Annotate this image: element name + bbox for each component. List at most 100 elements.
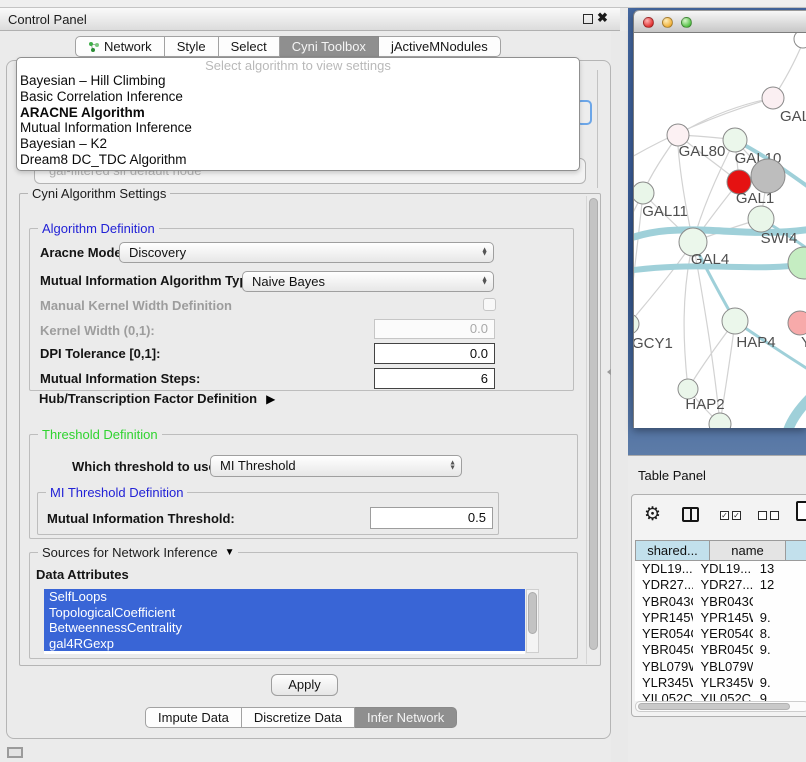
table-hscrollbar-thumb[interactable] [638, 703, 790, 710]
network-node[interactable] [788, 247, 806, 279]
sources-legend[interactable]: Sources for Network Inference ▼ [38, 545, 238, 560]
document-icon[interactable] [796, 501, 806, 521]
network-window-titlebar[interactable] [634, 11, 806, 33]
combo-spinner-icon: ▲▼ [449, 462, 456, 471]
table-row[interactable]: YBL079WYBL079W [635, 659, 806, 675]
gear-icon[interactable]: ⚙ [644, 503, 661, 526]
algorithm-option[interactable]: Mutual Information Inference [17, 120, 579, 136]
mi-type-combo[interactable]: Naive Bayes ▲▼ [242, 271, 494, 292]
network-node-swi4[interactable] [748, 206, 774, 232]
close-icon[interactable]: ✖ [597, 10, 608, 26]
unchecked-checkbox-icon[interactable] [770, 511, 779, 520]
algorithm-option[interactable]: Bayesian – Hill Climbing [17, 73, 579, 89]
bottom-tab-discretize-data[interactable]: Discretize Data [242, 707, 355, 728]
which-threshold-label: Which threshold to use: [72, 459, 220, 474]
table-cell [753, 594, 806, 610]
algorithm-option[interactable]: Dream8 DC_TDC Algorithm [17, 152, 579, 168]
network-node-gcy1[interactable] [634, 314, 639, 334]
table-row[interactable]: YDL19...YDL19...13 [635, 561, 806, 577]
table-row[interactable]: YBR043CYBR043C [635, 594, 806, 610]
expanded-arrow-icon: ▼ [225, 547, 235, 558]
threshold-definition-group: Threshold Definition Which threshold to … [29, 434, 578, 539]
dpi-tolerance-field[interactable]: 0.0 [374, 343, 495, 364]
network-node-gal[interactable] [762, 87, 784, 109]
tab-network[interactable]: Network [75, 36, 165, 57]
table-row[interactable]: YBR045CYBR045C9. [635, 642, 806, 658]
settings-scrollbar-thumb[interactable] [589, 198, 598, 650]
bottom-tab-impute-data[interactable]: Impute Data [145, 707, 242, 728]
attributes-scrollbar-thumb[interactable] [528, 592, 537, 634]
unchecked-checkbox-icon[interactable] [758, 511, 767, 520]
tab-label: Network [104, 37, 152, 56]
zoom-traffic-light-icon[interactable] [681, 17, 692, 28]
checked-checkbox-icon[interactable]: ✓ [732, 511, 741, 520]
network-canvas[interactable]: GALGAL80GAL10GAL1GAL11SWI4GAL4GCY1HAP4YH… [634, 33, 806, 428]
columns-icon[interactable] [682, 507, 699, 522]
tab-label: Cyni Toolbox [292, 37, 366, 56]
table-row[interactable]: YIL052CYIL052C9 [635, 691, 806, 701]
table-row[interactable]: YER054CYER054C8. [635, 626, 806, 642]
network-edge [786, 385, 806, 428]
network-node-gal10[interactable] [723, 128, 747, 152]
algorithm-option[interactable]: ARACNE Algorithm [17, 105, 579, 121]
algorithm-option[interactable]: Basic Correlation Inference [17, 89, 579, 105]
close-traffic-light-icon[interactable] [643, 17, 654, 28]
table-row[interactable]: YPR145WYPR145W9. [635, 610, 806, 626]
table-panel-title: Table Panel [638, 468, 706, 483]
tab-cyni-toolbox[interactable]: Cyni Toolbox [280, 36, 379, 57]
data-attribute-item[interactable]: SelfLoops [44, 589, 525, 605]
network-node[interactable] [794, 33, 806, 48]
table-cell: YER054C [693, 626, 752, 642]
combo-spinner-icon: ▲▼ [481, 277, 488, 286]
bottom-tab-infer-network[interactable]: Infer Network [355, 707, 457, 728]
algorithm-option[interactable]: Bayesian – K2 [17, 136, 579, 152]
mi-threshold-label: Mutual Information Threshold: [47, 511, 235, 526]
table-cell: YBL079W [693, 659, 752, 675]
data-attribute-item[interactable]: BetweennessCentrality [44, 620, 525, 636]
network-node-label: SWI4 [761, 230, 798, 247]
checked-checkbox-icon[interactable]: ✓ [720, 511, 729, 520]
column-header-partial[interactable] [786, 540, 806, 561]
kernel-width-field[interactable]: 0.0 [374, 319, 495, 339]
network-view-window[interactable]: GALGAL80GAL10GAL1GAL11SWI4GAL4GCY1HAP4YH… [633, 10, 806, 428]
manual-kernel-checkbox[interactable] [483, 298, 496, 311]
table-row[interactable]: YDR27...YDR27...12 [635, 577, 806, 593]
mi-steps-field[interactable]: 6 [374, 368, 495, 389]
which-threshold-combo[interactable]: MI Threshold ▲▼ [210, 455, 462, 477]
network-node[interactable] [709, 413, 731, 428]
table-cell: YBR045C [635, 642, 693, 658]
aracne-mode-combo[interactable]: Discovery ▲▼ [119, 242, 494, 263]
network-node[interactable] [751, 159, 785, 193]
data-attributes-list[interactable]: SelfLoopsTopologicalCoefficientBetweenne… [44, 589, 525, 654]
aracne-mode-value: Discovery [129, 245, 186, 260]
table-header-row: shared...name [635, 540, 806, 561]
mi-threshold-field[interactable]: 0.5 [370, 507, 493, 529]
table-cell: YBL079W [635, 659, 693, 675]
hub-tf-definition-toggle[interactable]: Hub/Transcription Factor Definition ▶ [39, 391, 275, 406]
panel-splitter[interactable] [611, 31, 628, 762]
table-cell: YDR27... [693, 577, 752, 593]
collapsed-arrow-icon: ▶ [266, 392, 275, 406]
tab-select[interactable]: Select [219, 36, 280, 57]
network-node-label: GAL [780, 108, 806, 125]
column-header-name[interactable]: name [710, 540, 786, 561]
table-cell: YDR27... [635, 577, 693, 593]
network-node-y[interactable] [788, 311, 806, 335]
attributes-scrollbar[interactable] [526, 589, 539, 653]
settings-scrollbar[interactable] [586, 196, 599, 664]
table-horizontal-scrollbar[interactable] [635, 701, 806, 712]
network-canvas-svg: GALGAL80GAL10GAL1GAL11SWI4GAL4GCY1HAP4YH… [634, 33, 806, 428]
network-node-hap4[interactable] [722, 308, 748, 334]
table-row[interactable]: YLR345WYLR345W9. [635, 675, 806, 691]
minimize-traffic-light-icon[interactable] [662, 17, 673, 28]
network-node-gal11[interactable] [634, 182, 654, 204]
float-panel-icon[interactable] [583, 14, 593, 24]
data-attribute-item[interactable]: TopologicalCoefficient [44, 605, 525, 621]
minimized-panel-icon[interactable] [7, 747, 23, 758]
data-attribute-item[interactable]: gal4RGexp [44, 636, 525, 652]
tab-style[interactable]: Style [165, 36, 219, 57]
column-header-shared...[interactable]: shared... [635, 540, 710, 561]
apply-button[interactable]: Apply [271, 674, 338, 696]
network-node-label: GAL11 [642, 203, 688, 220]
tab-jactivemnodules[interactable]: jActiveMNodules [379, 36, 501, 57]
